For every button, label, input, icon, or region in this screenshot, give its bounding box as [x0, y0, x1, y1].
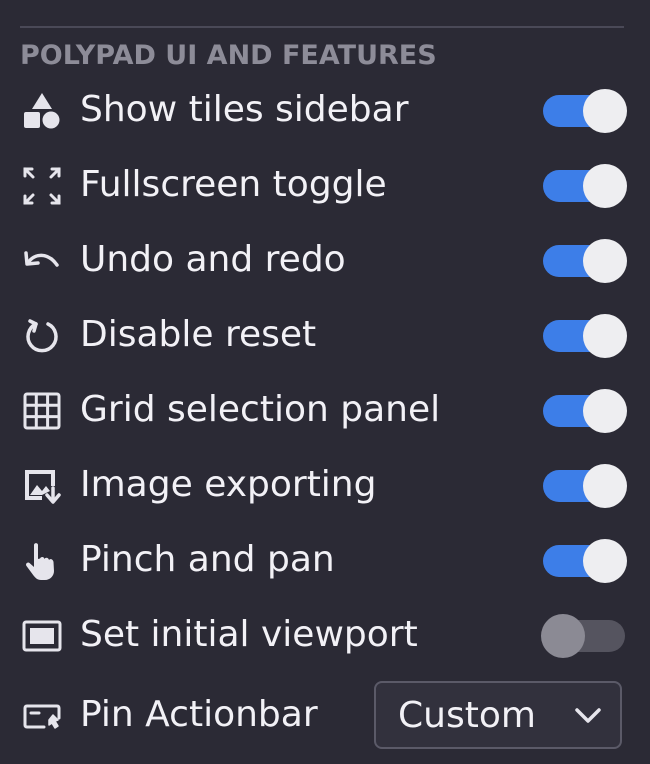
setting-label: Image exporting — [80, 464, 377, 505]
setting-label: Grid selection panel — [80, 389, 441, 430]
chevron-down-icon — [574, 705, 602, 727]
viewport-icon — [22, 616, 62, 656]
toggle-knob — [583, 389, 627, 433]
undo-icon — [22, 241, 62, 281]
setting-label: Show tiles sidebar — [80, 89, 409, 130]
toggle-knob — [583, 539, 627, 583]
setting-row-grid-selection-panel: Grid selection panel — [0, 373, 650, 448]
image-export-icon — [22, 466, 62, 506]
grid-icon — [22, 391, 62, 431]
setting-row-show-tiles-sidebar: Show tiles sidebar — [0, 73, 650, 148]
settings-panel: POLYPAD UI AND FEATURES Show tiles sideb… — [0, 0, 650, 764]
disable-reset-toggle[interactable] — [543, 314, 627, 358]
fullscreen-toggle-switch[interactable] — [543, 164, 627, 208]
pinch-and-pan-toggle[interactable] — [543, 539, 627, 583]
pin-actionbar-select[interactable]: Custom — [374, 681, 622, 749]
pin-actionbar-value: Custom — [398, 695, 536, 736]
setting-row-set-initial-viewport: Set initial viewport — [0, 598, 650, 673]
setting-label: Pinch and pan — [80, 539, 335, 580]
shapes-icon — [22, 91, 62, 131]
setting-row-fullscreen-toggle: Fullscreen toggle — [0, 148, 650, 223]
setting-label: Fullscreen toggle — [80, 164, 387, 205]
hand-pointer-icon — [22, 541, 62, 581]
setting-label: Set initial viewport — [80, 614, 418, 655]
undo-redo-toggle[interactable] — [543, 239, 627, 283]
setting-label: Disable reset — [80, 314, 317, 355]
setting-row-pinch-and-pan: Pinch and pan — [0, 523, 650, 598]
section-title: POLYPAD UI AND FEATURES — [20, 40, 437, 71]
setting-label: Undo and redo — [80, 239, 346, 280]
toggle-knob — [583, 164, 627, 208]
setting-label: Pin Actionbar — [80, 694, 318, 735]
reset-icon — [22, 316, 62, 356]
setting-row-disable-reset: Disable reset — [0, 298, 650, 373]
show-tiles-sidebar-toggle[interactable] — [543, 89, 627, 133]
setting-row-image-exporting: Image exporting — [0, 448, 650, 523]
fullscreen-icon — [22, 166, 62, 206]
actionbar-icon — [22, 696, 62, 736]
toggle-knob — [583, 239, 627, 283]
toggle-knob — [583, 89, 627, 133]
setting-row-undo-redo: Undo and redo — [0, 223, 650, 298]
set-initial-viewport-toggle[interactable] — [541, 614, 627, 658]
toggle-knob — [541, 614, 585, 658]
toggle-knob — [583, 464, 627, 508]
image-exporting-toggle[interactable] — [543, 464, 627, 508]
divider — [20, 26, 624, 28]
toggle-knob — [583, 314, 627, 358]
grid-selection-panel-toggle[interactable] — [543, 389, 627, 433]
